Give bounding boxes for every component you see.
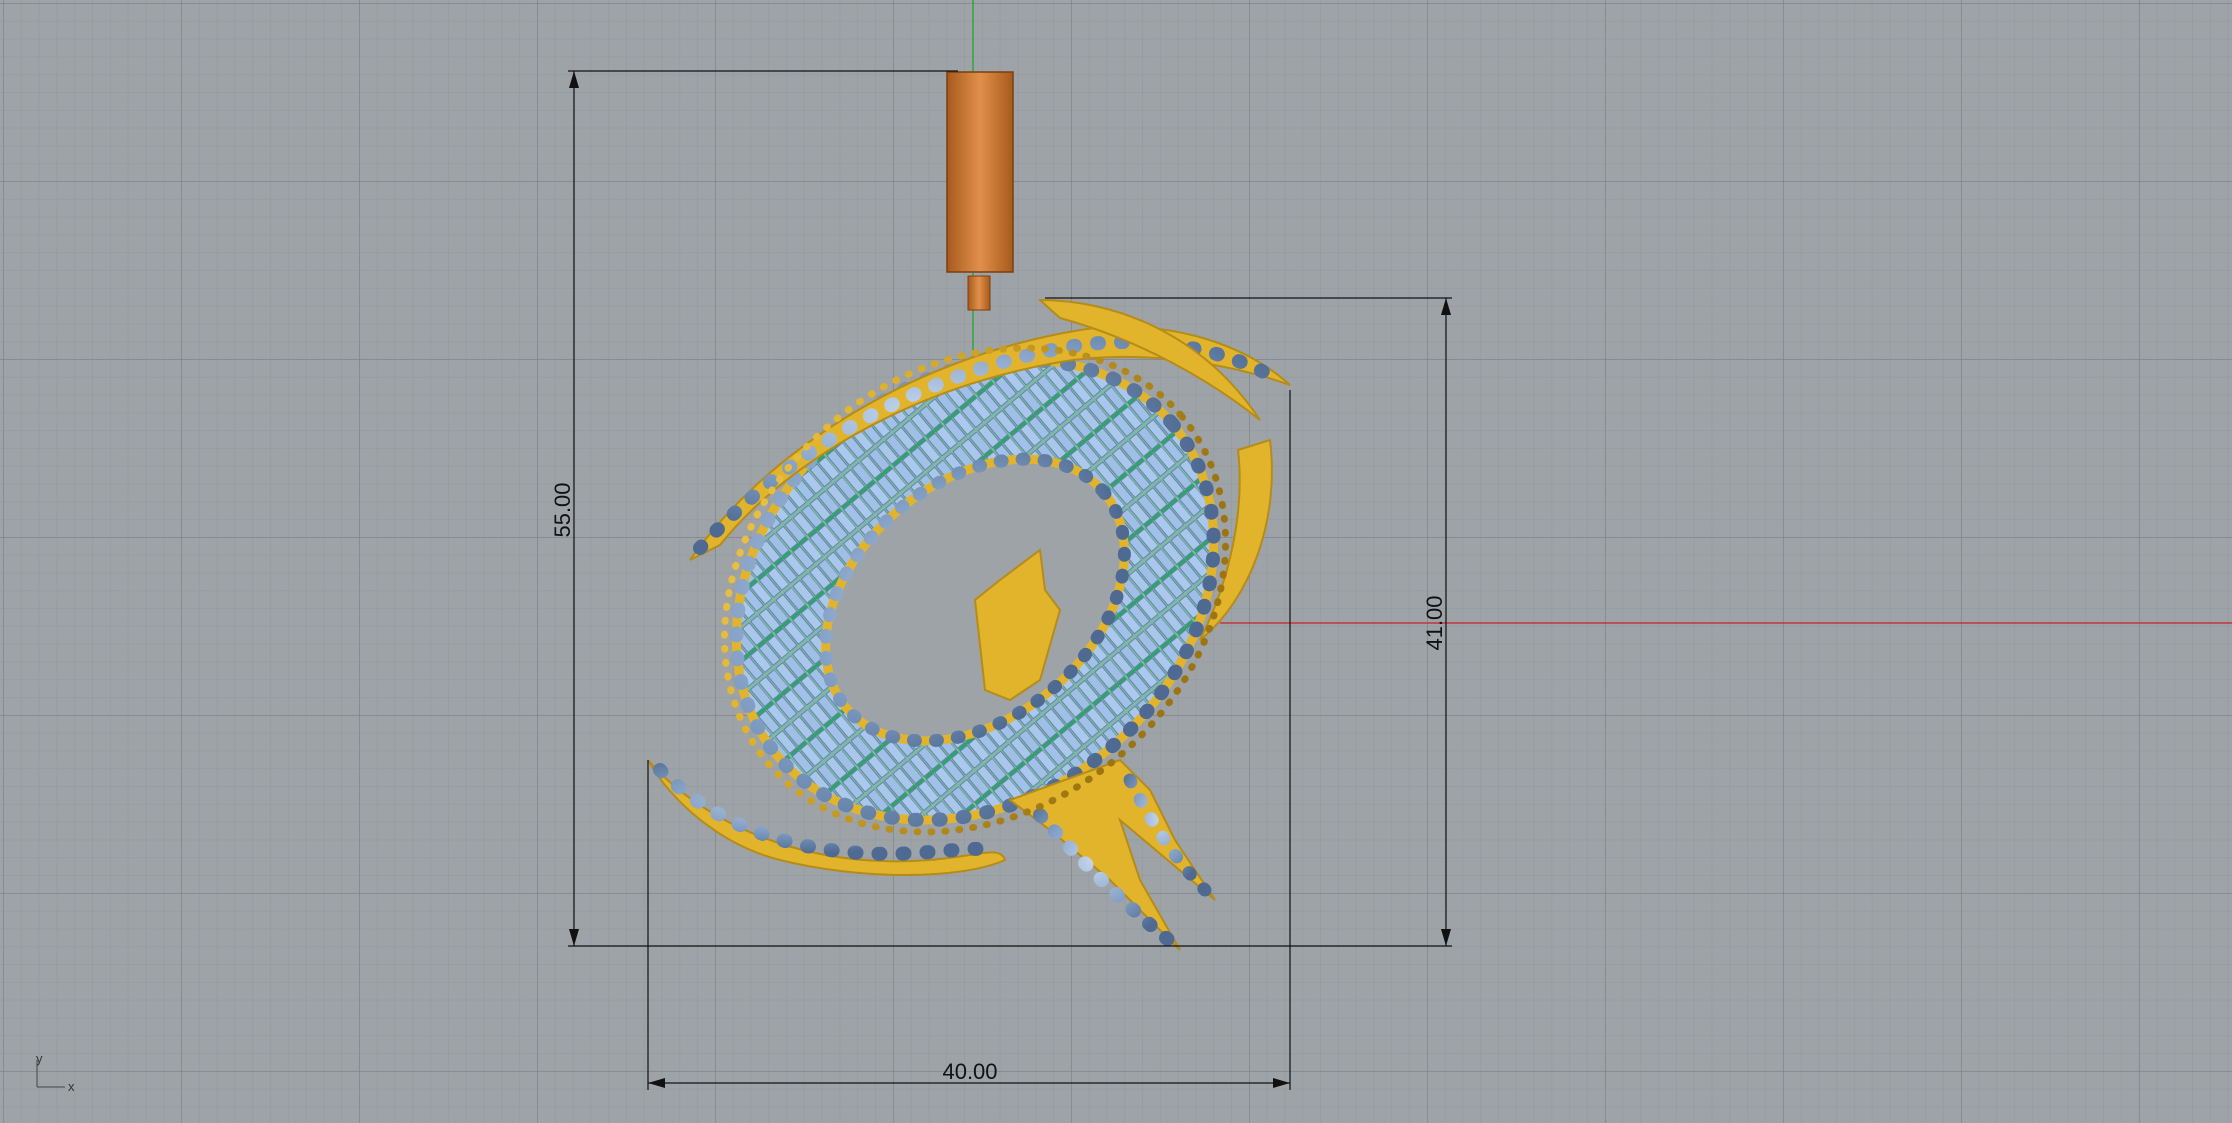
dimension-width-text: 40.00	[942, 1059, 997, 1084]
dimension-total-height-text: 55.00	[550, 482, 575, 537]
bottom-right-tail	[1007, 758, 1216, 951]
viewport-canvas[interactable]: 55.00 41.00 40.00 y x	[0, 0, 2232, 1123]
axis-widget-y-label: y	[36, 1051, 43, 1066]
pendant-model[interactable]	[627, 71, 1323, 952]
axis-widget: y x	[36, 1051, 75, 1094]
dimension-pendant-height-text: 41.00	[1422, 595, 1447, 650]
bail-connector	[967, 275, 991, 311]
axis-widget-x-label: x	[68, 1079, 75, 1094]
rhino-front-viewport[interactable]: 55.00 41.00 40.00 y x	[0, 0, 2232, 1123]
